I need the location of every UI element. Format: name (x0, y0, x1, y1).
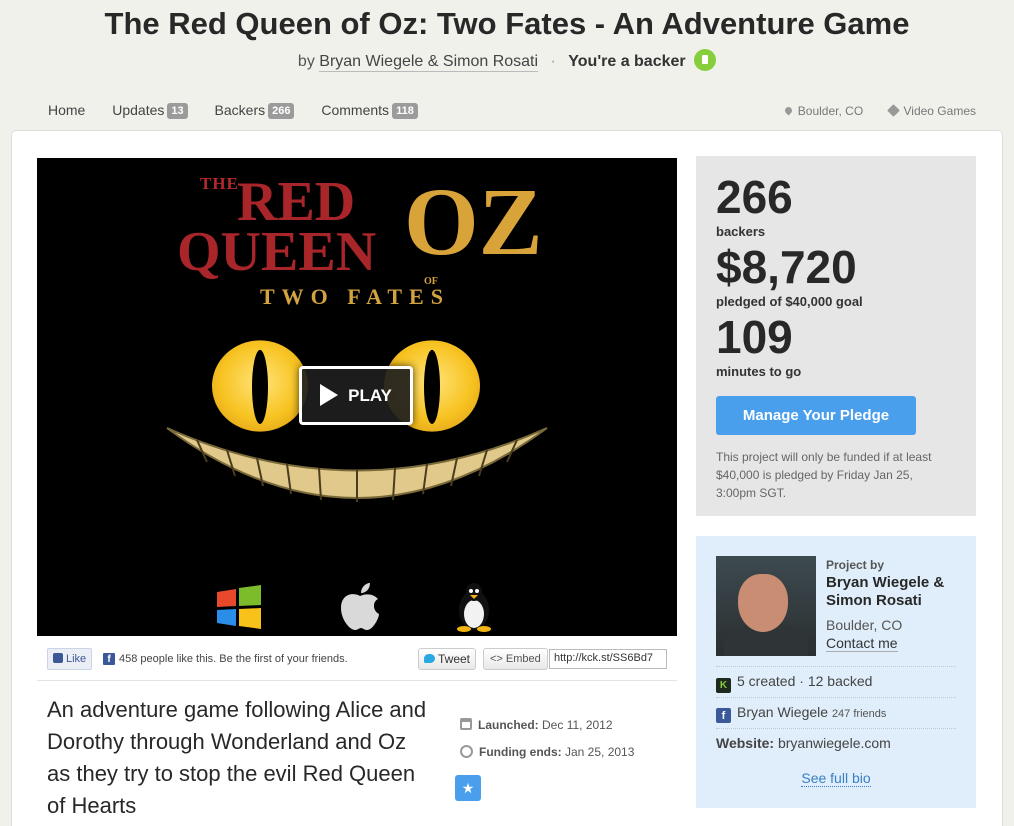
creators-link[interactable]: Bryan Wiegele & Simon Rosati (319, 53, 539, 72)
cheshire-grin (166, 427, 548, 502)
byline: by Bryan Wiegele & Simon Rosati · You're… (0, 49, 1014, 72)
facebook-icon: f (716, 708, 731, 723)
funding-ends-value: Jan 25, 2013 (565, 745, 635, 759)
nav-backers-label: Backers (214, 102, 266, 118)
launched-value: Dec 11, 2012 (542, 718, 613, 732)
project-meta: Boulder, CO Video Games (763, 104, 976, 118)
backer-status: You're a backer (568, 53, 686, 70)
clock-icon (460, 745, 473, 758)
calendar-icon (460, 718, 472, 730)
logo-the: THE (200, 174, 239, 193)
tweet-label: Tweet (438, 652, 471, 666)
twitter-bird-icon (424, 654, 435, 663)
video-player[interactable]: THE RED QUEEN OZ OF TWO FATES PLAY (37, 158, 677, 636)
creator-panel: Project by Bryan Wiegele & Simon Rosati … (696, 536, 976, 808)
contact-me-link[interactable]: Contact me (826, 635, 898, 652)
funding-ends-label: Funding ends: (479, 745, 562, 759)
comments-count-badge: 118 (392, 103, 418, 119)
backer-badge-icon (694, 49, 717, 71)
byline-by: by (297, 53, 315, 70)
logo-oz: OZ (404, 168, 543, 275)
website-link[interactable]: bryanwiegele.com (778, 735, 891, 751)
location-text: Boulder, CO (797, 104, 864, 118)
short-url-field[interactable]: http://kck.st/SS6Bd7 (549, 649, 667, 669)
tag-icon (886, 104, 900, 117)
location-link[interactable]: Boulder, CO (783, 104, 864, 118)
created-backed-separator: · (799, 673, 804, 689)
nav-comments-label: Comments (321, 102, 390, 118)
nav-backers[interactable]: Backers 266 (215, 102, 295, 119)
see-full-bio-row: See full bio (696, 770, 976, 787)
creator-divider (716, 728, 956, 729)
creator-name-link[interactable]: Bryan Wiegele & Simon Rosati (826, 574, 966, 610)
category-text: Video Games (903, 104, 977, 118)
pledged-label: pledged of $40,000 goal (716, 294, 863, 309)
nav-comments[interactable]: Comments 118 (321, 102, 418, 119)
like-label: Like (66, 653, 87, 665)
funding-note: This project will only be funded if at l… (716, 450, 932, 500)
tweet-button[interactable]: Tweet (418, 648, 477, 670)
website-label: Website: (716, 735, 775, 751)
logo-queen: QUEEN (177, 221, 377, 283)
pledged-amount: $8,720 (716, 241, 857, 293)
play-label: PLAY (348, 386, 392, 405)
launched-label: Launched: (478, 718, 539, 732)
embed-code-icon: <> (490, 653, 506, 665)
facebook-name[interactable]: Bryan Wiegele (737, 704, 828, 720)
backers-count-badge: 266 (268, 103, 295, 119)
linux-icon (457, 583, 491, 632)
kickstarter-icon: K (716, 678, 731, 693)
facebook-row: f Bryan Wiegele 247 friends (716, 704, 886, 723)
funding-ends-row: Funding ends: Jan 25, 2013 (460, 745, 634, 759)
creator-divider (716, 697, 956, 698)
launched-row: Launched: Dec 11, 2012 (460, 718, 634, 732)
location-pin-icon (783, 105, 794, 116)
nav-home-label: Home (48, 102, 86, 118)
share-bar: Like f 458 people like this. Be the firs… (37, 648, 677, 674)
logo-subtitle: TWO FATES (260, 284, 450, 309)
star-icon: ★ (461, 780, 475, 796)
time-remaining-number: 109 (716, 311, 793, 363)
facebook-like-button[interactable]: Like (47, 648, 93, 670)
facebook-friends: 247 friends (831, 708, 887, 720)
created-backed-row: K 5 created · 12 backed (716, 673, 872, 693)
website-row: Website: bryanwiegele.com (716, 735, 891, 751)
like-count-text: 458 people like this. Be the first of yo… (119, 653, 348, 665)
facebook-icon: f (103, 653, 115, 665)
updates-count-badge: 13 (167, 103, 188, 119)
embed-button[interactable]: <> Embed (483, 648, 548, 670)
project-dates: Launched: Dec 11, 2012 Funding ends: Jan… (460, 718, 634, 772)
nav-home[interactable]: Home (48, 102, 85, 118)
creator-divider (716, 666, 956, 667)
page-title: The Red Queen of Oz: Two Fates - An Adve… (104, 6, 910, 41)
apple-icon (341, 583, 379, 630)
windows-icon (217, 585, 261, 629)
project-nav: Home Updates 13 Backers 266 Comments 118 (48, 102, 441, 119)
created-count[interactable]: 5 created (737, 673, 795, 689)
backers-label: backers (716, 224, 766, 239)
embed-label: Embed (505, 653, 541, 665)
project-blurb: An adventure game following Alice and Do… (47, 697, 427, 818)
nav-updates[interactable]: Updates 13 (112, 102, 188, 119)
see-full-bio-link[interactable]: See full bio (801, 770, 871, 787)
category-link[interactable]: Video Games (886, 104, 977, 118)
project-by-label: Project by (826, 558, 885, 572)
divider (37, 680, 677, 681)
backed-count[interactable]: 12 backed (808, 673, 873, 689)
remind-me-star-button[interactable]: ★ (455, 775, 481, 801)
byline-separator: · (550, 53, 556, 70)
time-remaining-label: minutes to go (716, 364, 802, 379)
manage-pledge-button[interactable]: Manage Your Pledge (716, 396, 916, 435)
play-icon (320, 384, 339, 406)
play-button[interactable]: PLAY (299, 366, 413, 425)
creator-avatar[interactable] (716, 556, 816, 656)
nav-updates-label: Updates (112, 102, 165, 118)
creator-location: Boulder, CO (826, 617, 903, 633)
stats-panel: 266 backers $8,720 pledged of $40,000 go… (696, 156, 976, 516)
thumbs-up-icon (53, 653, 63, 663)
backers-number: 266 (716, 171, 793, 223)
